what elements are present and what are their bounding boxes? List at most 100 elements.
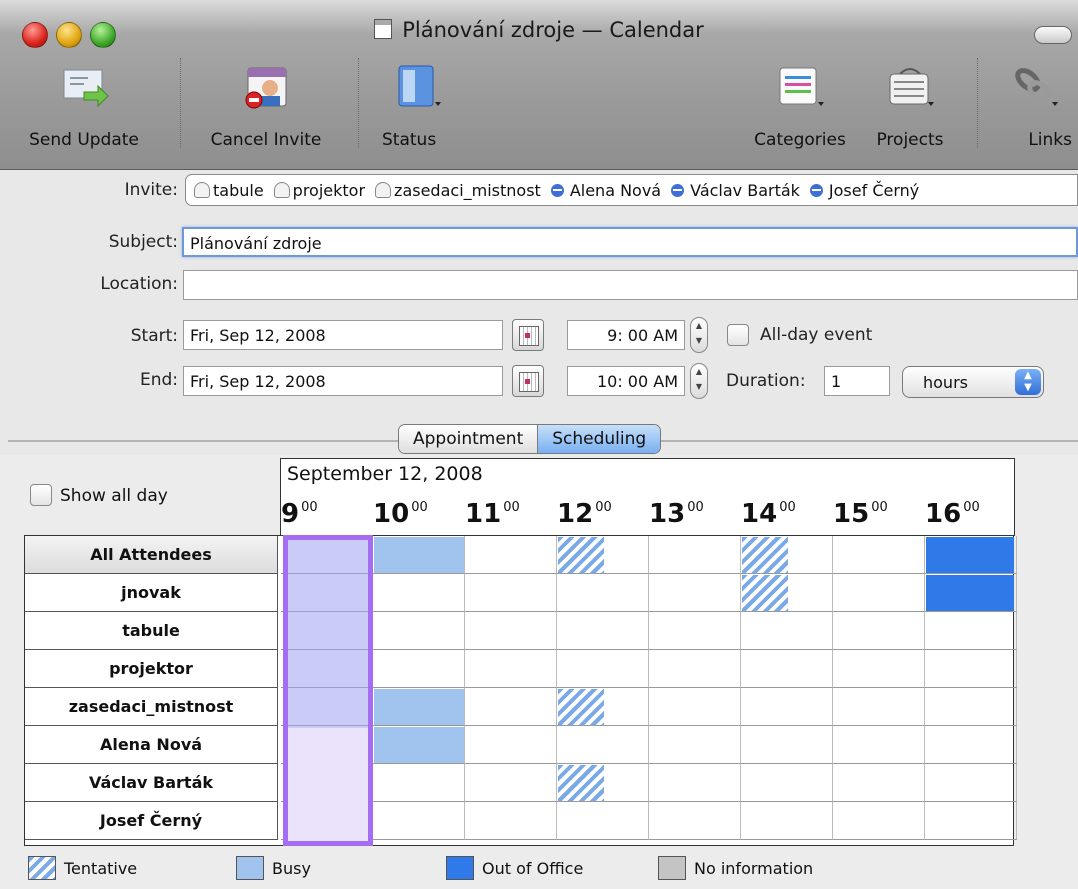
show-all-day-option[interactable]: Show all day <box>30 484 168 506</box>
duration-unit-select[interactable]: hours ▲ ▼ <box>902 366 1044 398</box>
time-slot[interactable] <box>833 802 925 840</box>
categories-button[interactable]: Categories <box>740 56 860 168</box>
invite-field[interactable]: tabule projektor zasedaci_mistnost Alena No… <box>185 174 1078 206</box>
legend-tentative: Tentative <box>28 856 137 880</box>
time-slot[interactable] <box>649 688 741 726</box>
time-slot[interactable] <box>649 726 741 764</box>
start-date-input[interactable]: Fri, Sep 12, 2008 <box>183 320 503 350</box>
person-icon <box>671 184 685 197</box>
end-time-input[interactable]: 10: 00 AM <box>567 366 685 396</box>
invitee-token[interactable]: tabule <box>194 181 264 200</box>
legend-out-of-office: Out of Office <box>446 856 583 880</box>
invitee-token[interactable]: zasedaci_mistnost <box>375 181 541 200</box>
time-slot[interactable] <box>649 802 741 840</box>
time-slot[interactable] <box>741 612 833 650</box>
time-slot[interactable] <box>465 574 557 612</box>
all-day-checkbox[interactable] <box>727 324 749 346</box>
tentative-block <box>742 537 788 573</box>
legend-out-of-office-label: Out of Office <box>482 859 584 878</box>
time-slot[interactable] <box>833 688 925 726</box>
time-slot[interactable] <box>925 726 1017 764</box>
time-slot[interactable] <box>833 650 925 688</box>
show-all-day-checkbox[interactable] <box>30 484 52 506</box>
time-slot[interactable] <box>925 764 1017 802</box>
time-slot[interactable] <box>373 764 465 802</box>
time-slot[interactable] <box>373 574 465 612</box>
duration-input[interactable]: 1 <box>824 366 890 396</box>
time-slot[interactable] <box>465 726 557 764</box>
time-slot[interactable] <box>925 688 1017 726</box>
time-slot[interactable] <box>465 688 557 726</box>
time-slot[interactable] <box>465 612 557 650</box>
projects-button[interactable]: Projects <box>860 56 960 168</box>
subject-input[interactable]: Plánování zdroje <box>182 227 1078 257</box>
time-slot[interactable] <box>833 764 925 802</box>
invitee-token[interactable]: Josef Černý <box>809 181 919 200</box>
time-slot[interactable] <box>649 764 741 802</box>
time-slot[interactable] <box>557 802 649 840</box>
time-slot[interactable] <box>465 802 557 840</box>
start-time-input[interactable]: 9: 00 AM <box>567 320 685 350</box>
hour-label: 14 00 <box>741 499 796 529</box>
time-slot[interactable] <box>373 802 465 840</box>
status-button[interactable]: Status <box>372 56 462 168</box>
out-of-office-block <box>926 537 1014 573</box>
time-slot[interactable] <box>465 764 557 802</box>
projects-icon <box>889 68 934 106</box>
invitee-token[interactable]: Václav Barták <box>671 181 800 200</box>
hour-label: 13 00 <box>649 499 704 529</box>
time-slot[interactable] <box>373 612 465 650</box>
status-icon <box>398 65 441 107</box>
time-slot[interactable] <box>557 726 649 764</box>
meeting-time-selection[interactable] <box>283 535 373 846</box>
tab-scheduling[interactable]: Scheduling <box>537 425 661 453</box>
time-slot[interactable] <box>741 688 833 726</box>
time-slot[interactable] <box>465 536 557 574</box>
links-button[interactable]: Links <box>990 56 1078 168</box>
time-slot[interactable] <box>741 802 833 840</box>
time-slot[interactable] <box>741 764 833 802</box>
time-slot[interactable] <box>833 536 925 574</box>
time-slot[interactable] <box>741 726 833 764</box>
end-time-stepper[interactable]: ▲ ▼ <box>690 363 708 399</box>
tab-appointment[interactable]: Appointment <box>399 425 538 453</box>
send-update-label: Send Update <box>29 130 139 150</box>
legend-tentative-label: Tentative <box>64 859 138 878</box>
time-slot[interactable] <box>649 536 741 574</box>
time-slot[interactable] <box>557 650 649 688</box>
time-slot[interactable] <box>649 612 741 650</box>
time-slot[interactable] <box>465 650 557 688</box>
end-date-input[interactable]: Fri, Sep 12, 2008 <box>183 366 503 396</box>
busy-block <box>374 537 464 573</box>
legend-busy: Busy <box>236 856 311 880</box>
time-slot[interactable] <box>557 612 649 650</box>
end-date-calendar-icon[interactable] <box>512 365 544 397</box>
start-time-stepper[interactable]: ▲ ▼ <box>690 317 708 353</box>
time-slot[interactable] <box>925 650 1017 688</box>
location-input[interactable] <box>183 270 1078 300</box>
invitee-token[interactable]: projektor <box>273 181 365 200</box>
start-date-calendar-icon[interactable] <box>512 319 544 351</box>
time-slot[interactable] <box>649 650 741 688</box>
time-slot[interactable] <box>925 802 1017 840</box>
attendee-row-label: jnovak <box>25 574 278 612</box>
time-slot[interactable] <box>649 574 741 612</box>
cancel-invite-button[interactable]: Cancel Invite <box>196 56 336 168</box>
links-icon <box>1015 68 1058 106</box>
time-slot[interactable] <box>741 650 833 688</box>
toolbar-toggle-button[interactable] <box>1034 26 1072 44</box>
invitee-token[interactable]: Alena Nová <box>550 181 661 200</box>
hour-minutes: 00 <box>411 500 428 515</box>
time-slot[interactable] <box>373 650 465 688</box>
timeline-header: September 12, 2008 9 00 10 00 11 00 12 00 13 00 14… <box>280 458 1015 536</box>
time-slot[interactable] <box>557 574 649 612</box>
time-slot[interactable] <box>925 612 1017 650</box>
show-all-day-label: Show all day <box>60 486 168 506</box>
tentative-block <box>742 575 788 611</box>
time-slot[interactable] <box>833 612 925 650</box>
time-slot[interactable] <box>833 574 925 612</box>
hour-minutes: 00 <box>779 500 796 515</box>
send-update-button[interactable]: Send Update <box>18 56 150 168</box>
status-label: Status <box>382 130 437 150</box>
time-slot[interactable] <box>833 726 925 764</box>
